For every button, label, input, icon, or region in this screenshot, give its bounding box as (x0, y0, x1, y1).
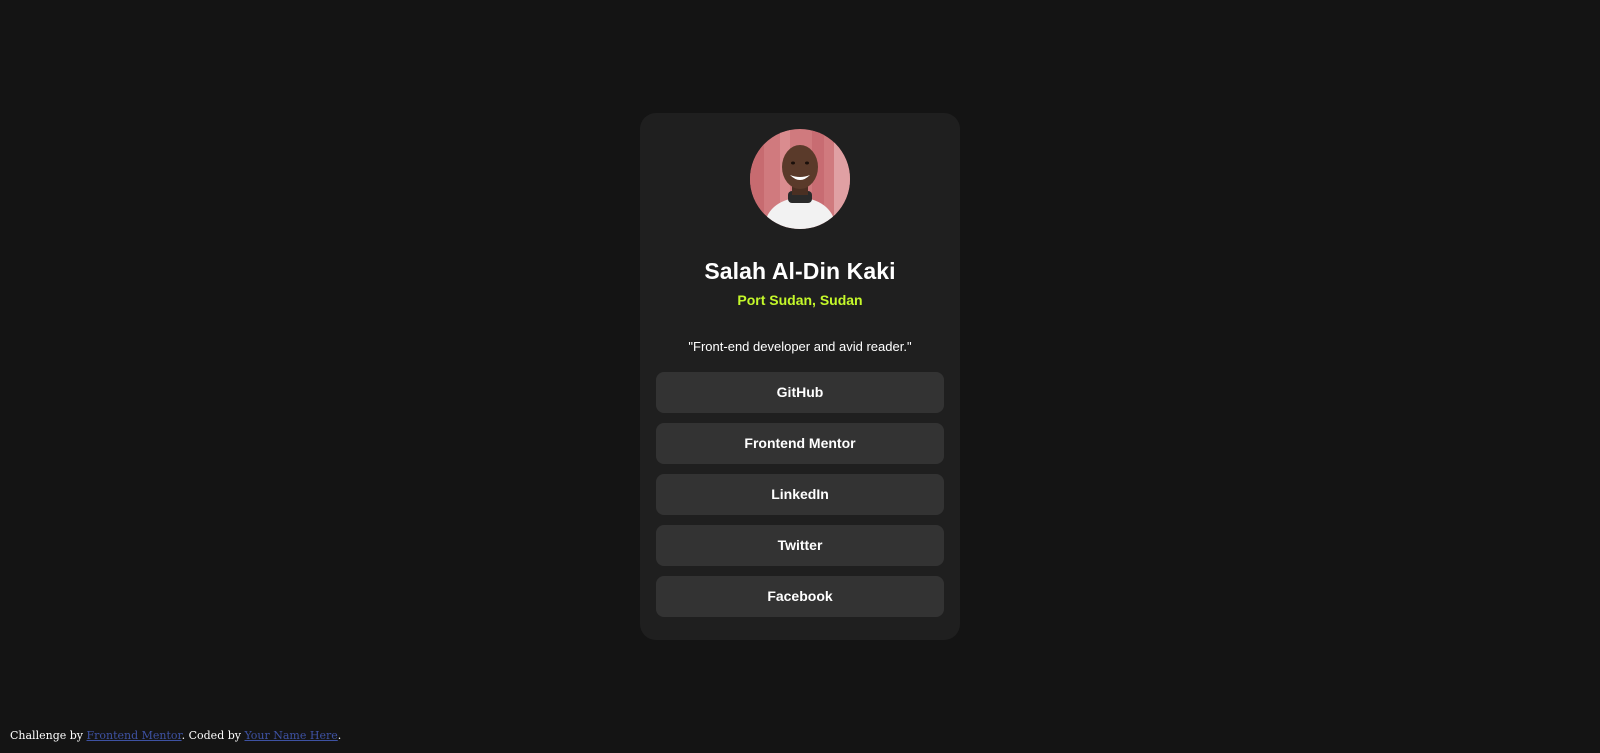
twitter-link-button[interactable]: Twitter (656, 525, 944, 566)
attribution-suffix: . (337, 729, 342, 742)
avatar (750, 129, 850, 229)
attribution-middle: . Coded by (181, 729, 245, 742)
avatar-photo (750, 129, 850, 229)
profile-location: Port Sudan, Sudan (737, 292, 863, 308)
profile-card: Salah Al-Din Kaki Port Sudan, Sudan "Fro… (640, 113, 960, 640)
author-attribution-link[interactable]: Your Name Here (244, 729, 337, 742)
attribution-footer: Challenge by Frontend Mentor. Coded by Y… (10, 729, 341, 743)
facebook-link-button[interactable]: Facebook (656, 576, 944, 617)
profile-bio: "Front-end developer and avid reader." (688, 339, 912, 354)
github-link-button[interactable]: GitHub (656, 372, 944, 413)
attribution-prefix: Challenge by (10, 729, 87, 742)
linkedin-link-button[interactable]: LinkedIn (656, 474, 944, 515)
frontend-mentor-attribution-link[interactable]: Frontend Mentor (87, 729, 182, 742)
profile-name: Salah Al-Din Kaki (704, 258, 896, 284)
frontend-mentor-link-button[interactable]: Frontend Mentor (656, 423, 944, 464)
social-links: GitHub Frontend Mentor LinkedIn Twitter … (656, 372, 944, 617)
